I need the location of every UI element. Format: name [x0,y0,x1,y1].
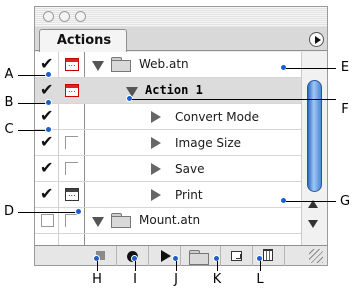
expand-triangle-icon[interactable] [92,217,104,227]
callout-leader [176,261,177,271]
expand-triangle-icon[interactable] [92,61,104,71]
tab-actions[interactable]: Actions [39,29,127,52]
callout-leader [18,75,48,76]
folder-icon [111,57,131,72]
collapse-triangle-icon[interactable] [151,137,161,149]
checkmark-icon: ✔ [40,54,54,73]
folder-icon [111,213,131,228]
callout-dot [45,71,52,78]
toggle-cell[interactable]: ✔ [35,130,59,156]
callout-A: A [4,67,14,82]
callout-G: G [339,194,351,209]
vertical-scrollbar[interactable] [301,52,327,245]
callout-L: L [256,272,264,287]
collapse-triangle-icon[interactable] [151,111,161,123]
callout-leader [18,103,48,104]
callout-C: C [4,122,14,137]
dialog-toggle-cell[interactable] [59,52,85,78]
command-label: Convert Mode [175,110,259,124]
toggle-cell[interactable]: ✔ [35,156,59,182]
callout-dot [75,208,82,215]
checkmark-icon: ✔ [40,158,54,177]
callout-leader [286,68,336,69]
callout-H: H [92,272,102,287]
dialog-off-icon [65,136,78,149]
callout-leader [286,201,336,202]
dialog-red-icon [65,58,79,71]
checkmark-icon: ✔ [40,184,54,203]
callout-J: J [174,272,178,287]
actions-list: ✔ Web.atn ✔ Action 1 ✔ Convert Mode ✔ Im… [35,52,327,245]
scroll-down-arrow-icon[interactable] [308,220,318,228]
dialog-off-icon [65,214,78,227]
tab-actions-label: Actions [56,33,112,48]
dialog-toggle-cell[interactable] [59,130,85,156]
command-label: Save [175,162,205,176]
checkmark-icon: ✔ [40,132,54,151]
palette-menu-button[interactable] [309,32,324,47]
command-row[interactable]: ✔ Image Size [35,130,301,156]
command-label: Image Size [175,136,242,150]
collapse-triangle-icon[interactable] [151,163,161,175]
palette-toolbar [35,245,327,266]
stop-button[interactable] [85,246,117,266]
callout-dot [45,99,52,106]
collapse-triangle-icon[interactable] [151,189,161,201]
callout-leader [18,212,78,213]
action-label: Action 1 [145,83,203,97]
dialog-toggle-cell[interactable] [59,156,85,182]
callout-B: B [4,95,14,110]
toggle-off-icon [41,214,54,227]
dialog-off-icon [65,162,78,175]
dialog-toggle-cell[interactable] [59,182,85,208]
minimize-window-button[interactable] [59,11,70,22]
action-set-row[interactable]: ✔ Web.atn [35,52,301,78]
callout-E: E [340,60,350,75]
callout-leader [132,99,336,100]
callout-leader [18,130,48,131]
zoom-window-button[interactable] [75,11,86,22]
command-row[interactable]: ✔ Print [35,182,301,208]
new-set-icon [189,250,209,265]
command-row[interactable]: ✔ Save [35,156,301,182]
callout-dot [45,126,52,133]
play-icon [161,250,171,262]
callout-leader [135,261,136,271]
resize-grip-icon[interactable] [309,249,323,263]
dialog-toggle-cell[interactable] [59,104,85,130]
tab-strip: Actions [35,27,327,52]
actions-palette: Actions ✔ Web.atn ✔ Action 1 ✔ Convert M… [34,6,328,266]
new-action-icon [231,251,242,261]
callout-I: I [133,272,137,287]
set-label: Web.atn [139,57,189,71]
command-label: Print [175,188,203,202]
scroll-thumb[interactable] [307,80,322,192]
title-bar[interactable] [35,7,327,27]
callout-K: K [212,272,222,287]
callout-leader [260,261,261,271]
callout-F: F [341,102,349,117]
callout-leader [217,261,218,271]
set-label: Mount.atn [139,213,201,227]
action-row[interactable]: ✔ Action 1 [35,78,301,104]
dialog-red-icon [65,84,79,97]
callout-D: D [3,204,14,219]
toggle-cell[interactable]: ✔ [35,182,59,208]
callout-leader [97,261,98,271]
dialog-on-icon [65,188,79,201]
checkmark-icon: ✔ [40,106,54,125]
checkmark-icon: ✔ [40,80,54,99]
dialog-toggle-cell[interactable] [59,78,85,104]
command-row[interactable]: ✔ Convert Mode [35,104,301,130]
close-window-button[interactable] [43,11,54,22]
new-action-button[interactable] [221,246,253,266]
trash-icon [263,249,273,261]
